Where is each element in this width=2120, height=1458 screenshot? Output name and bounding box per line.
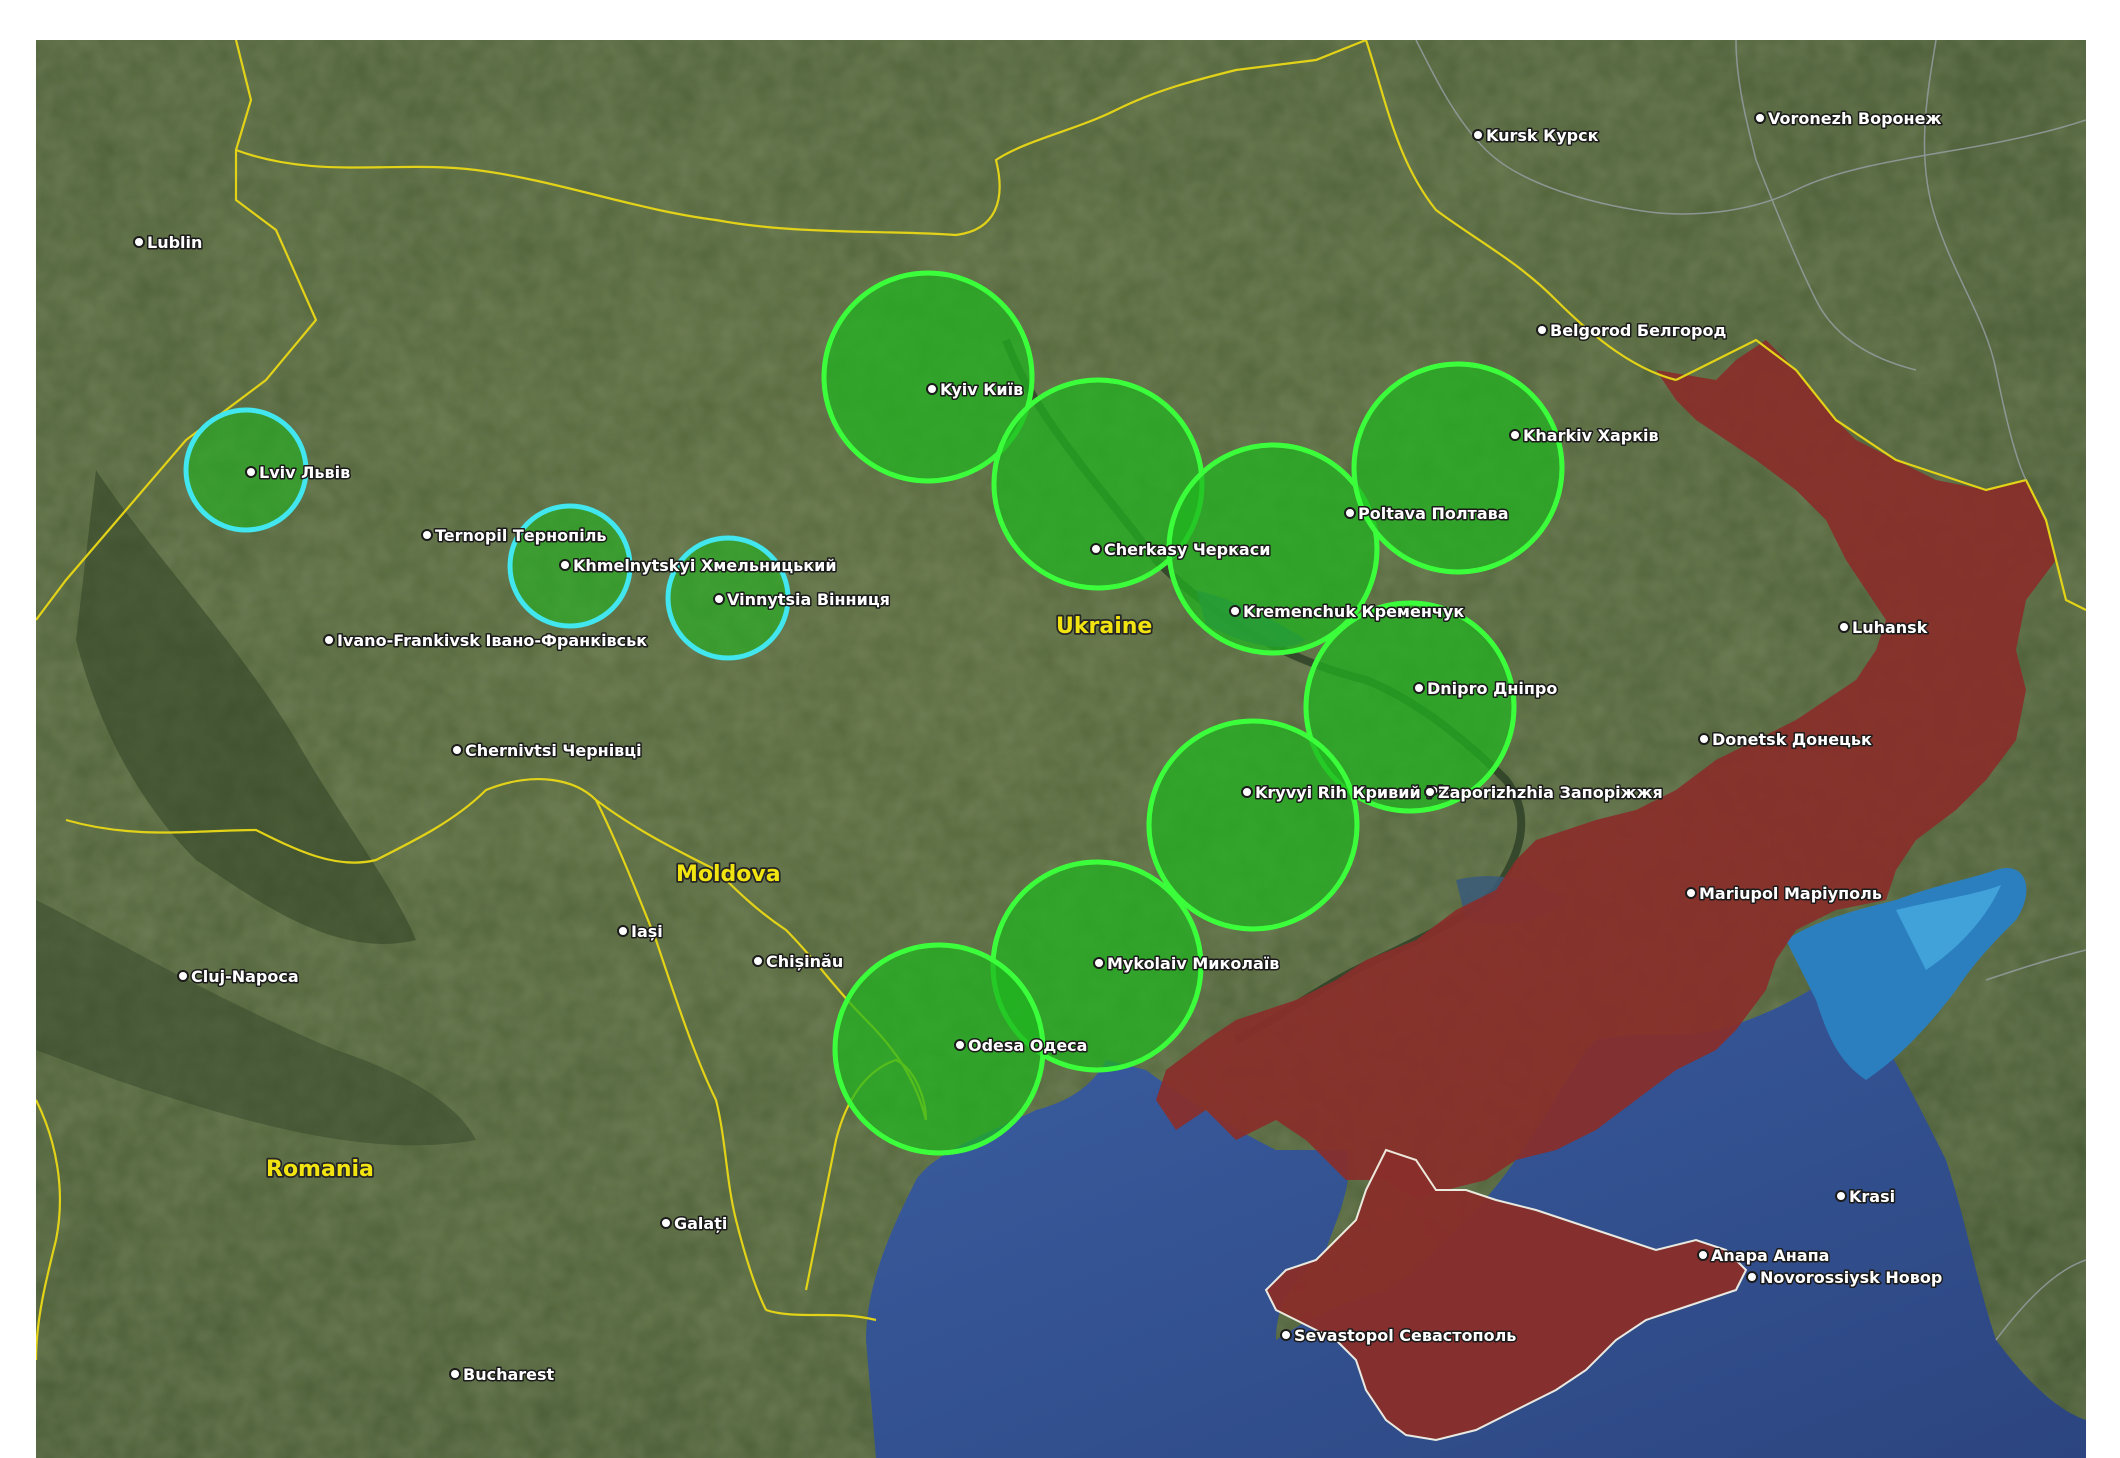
city-marker-kryvyi-rih[interactable]: Kryvyi Rih Кривий Ріг [1241, 782, 1453, 804]
city-label-dnipro: Dnipro Дніпро [1427, 679, 1557, 698]
city-label-anapa: Anapa Анапа [1711, 1246, 1829, 1265]
city-dot-voronezh [1754, 112, 1766, 124]
city-label-voronezh: Voronezh Воронеж [1768, 109, 1941, 128]
city-label-krasnodar: Krasi [1849, 1187, 1895, 1206]
city-dot-kyiv [926, 383, 938, 395]
city-label-chisinau: Chișinău [766, 952, 843, 971]
country-label-moldova: Moldova [676, 862, 781, 887]
city-dot-donetsk [1698, 733, 1710, 745]
city-label-lublin: Lublin [147, 233, 202, 252]
city-marker-donetsk[interactable]: Donetsk Донецьк [1698, 729, 1874, 751]
city-dot-dnipro [1413, 682, 1425, 694]
city-marker-kharkiv[interactable]: Kharkiv Харків [1509, 425, 1660, 447]
city-dot-krasnodar [1835, 1190, 1847, 1202]
satellite-map[interactable]: Ukraine Moldova Romania Lublin Lviv Львів… [36, 40, 2086, 1458]
city-label-donetsk: Donetsk Донецьк [1712, 730, 1872, 749]
city-dot-cluj-napoca [177, 970, 189, 982]
city-label-kharkiv: Kharkiv Харків [1523, 426, 1659, 445]
city-dot-belgorod [1536, 324, 1548, 336]
city-marker-ternopil[interactable]: Ternopil Тернопіль [421, 525, 608, 547]
city-dot-poltava [1344, 507, 1356, 519]
city-label-belgorod: Belgorod Белгород [1550, 321, 1726, 340]
city-marker-dnipro[interactable]: Dnipro Дніпро [1413, 678, 1559, 700]
city-label-ternopil: Ternopil Тернопіль [435, 526, 607, 545]
city-marker-khmelnytskyi[interactable]: Khmelnytskyi Хмельницький [559, 555, 838, 577]
coverage-circle-kharkiv [1351, 361, 1565, 575]
city-marker-mykolaiv[interactable]: Mykolaiv Миколаїв [1093, 953, 1281, 975]
city-marker-poltava[interactable]: Poltava Полтава [1344, 503, 1510, 525]
city-dot-kryvyi-rih [1241, 786, 1253, 798]
city-dot-kremenchuk [1229, 605, 1241, 617]
city-dot-zaporizhzhia [1424, 786, 1436, 798]
city-marker-zaporizhzhia[interactable]: Zaporizhzhia Запоріжжя [1424, 782, 1664, 804]
city-dot-chernivtsi [451, 744, 463, 756]
city-marker-lviv[interactable]: Lviv Львів [245, 462, 352, 484]
city-label-zaporizhzhia: Zaporizhzhia Запоріжжя [1438, 783, 1663, 802]
city-label-cluj-napoca: Cluj-Napoca [191, 967, 299, 986]
city-marker-chernivtsi[interactable]: Chernivtsi Чернівці [451, 740, 643, 762]
city-label-novorossiysk: Novorossiysk Новор [1760, 1268, 1942, 1287]
city-label-mykolaiv: Mykolaiv Миколаїв [1107, 954, 1279, 973]
city-marker-cherkasy[interactable]: Cherkasy Черкаси [1090, 539, 1272, 561]
city-dot-anapa [1697, 1249, 1709, 1261]
city-dot-lviv [245, 466, 257, 478]
country-label-ukraine: Ukraine [1056, 614, 1152, 639]
city-marker-kyiv[interactable]: Kyiv Київ [926, 379, 1025, 401]
city-label-cherkasy: Cherkasy Черкаси [1104, 540, 1270, 559]
city-marker-voronezh[interactable]: Voronezh Воронеж [1754, 108, 1943, 130]
city-dot-mariupol [1685, 887, 1697, 899]
city-dot-galati [660, 1217, 672, 1229]
coverage-circle-kryvyi-rih [1146, 718, 1360, 932]
city-dot-lublin [133, 236, 145, 248]
city-label-khmelnytskyi: Khmelnytskyi Хмельницький [573, 556, 837, 575]
city-dot-chisinau [752, 955, 764, 967]
country-label-romania: Romania [266, 1157, 374, 1182]
city-marker-kursk[interactable]: Kursk Курск [1472, 125, 1600, 147]
city-label-luhansk: Luhansk [1852, 618, 1928, 637]
city-marker-mariupol[interactable]: Mariupol Маріуполь [1685, 883, 1883, 905]
city-marker-belgorod[interactable]: Belgorod Белгород [1536, 320, 1728, 342]
city-dot-kursk [1472, 129, 1484, 141]
city-label-kyiv: Kyiv Київ [940, 380, 1023, 399]
city-label-bucharest: Bucharest [463, 1365, 555, 1384]
city-marker-odesa[interactable]: Odesa Одеса [954, 1035, 1089, 1057]
city-dot-ivano-frankivsk [323, 634, 335, 646]
city-label-ivano-frankivsk: Ivano-Frankivsk Івано-Франківськ [337, 631, 647, 650]
city-label-kryvyi-rih: Kryvyi Rih Кривий Ріг [1255, 783, 1452, 802]
city-dot-kharkiv [1509, 429, 1521, 441]
city-label-mariupol: Mariupol Маріуполь [1699, 884, 1882, 903]
city-label-kursk: Kursk Курск [1486, 126, 1599, 145]
city-label-poltava: Poltava Полтава [1358, 504, 1509, 523]
city-marker-kremenchuk[interactable]: Kremenchuk Кременчук [1229, 601, 1466, 623]
city-label-galati: Galați [674, 1214, 727, 1233]
city-label-vinnytsia: Vinnytsia Вінниця [727, 590, 890, 609]
city-dot-novorossiysk [1746, 1271, 1758, 1283]
city-dot-luhansk [1838, 621, 1850, 633]
city-dot-iasi [617, 925, 629, 937]
city-marker-anapa[interactable]: Anapa Анапа [1697, 1245, 1831, 1267]
city-dot-cherkasy [1090, 543, 1102, 555]
city-label-lviv: Lviv Львів [259, 463, 350, 482]
city-marker-chisinau[interactable]: Chișinău [752, 951, 845, 973]
city-dot-mykolaiv [1093, 957, 1105, 969]
city-dot-khmelnytskyi [559, 559, 571, 571]
city-dot-odesa [954, 1039, 966, 1051]
city-marker-cluj-napoca[interactable]: Cluj-Napoca [177, 966, 300, 988]
map-view[interactable]: Ukraine Moldova Romania Lublin Lviv Львів… [36, 40, 2086, 1458]
city-dot-ternopil [421, 529, 433, 541]
city-marker-luhansk[interactable]: Luhansk [1838, 617, 1929, 639]
city-dot-sevastopol [1280, 1329, 1292, 1341]
city-label-sevastopol: Sevastopol Севастополь [1294, 1326, 1516, 1345]
city-marker-novorossiysk[interactable]: Novorossiysk Новор [1746, 1267, 1944, 1289]
city-marker-bucharest[interactable]: Bucharest [449, 1364, 556, 1386]
city-marker-vinnytsia[interactable]: Vinnytsia Вінниця [713, 589, 891, 611]
city-label-kremenchuk: Kremenchuk Кременчук [1243, 602, 1464, 621]
city-label-odesa: Odesa Одеса [968, 1036, 1087, 1055]
city-dot-bucharest [449, 1368, 461, 1380]
city-marker-sevastopol[interactable]: Sevastopol Севастополь [1280, 1325, 1518, 1347]
city-label-iasi: Iași [631, 922, 663, 941]
city-marker-ivano-frankivsk[interactable]: Ivano-Frankivsk Івано-Франківськ [323, 630, 649, 652]
city-dot-vinnytsia [713, 593, 725, 605]
city-label-chernivtsi: Chernivtsi Чернівці [465, 741, 642, 760]
